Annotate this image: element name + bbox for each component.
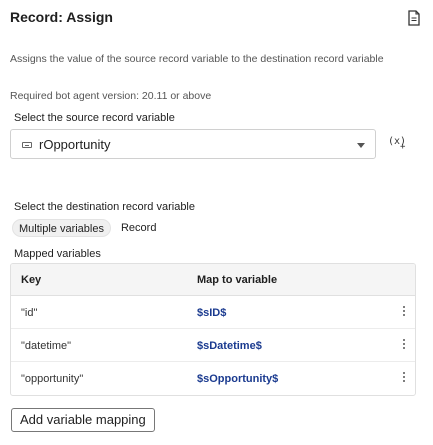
insert-variable-icon[interactable]: (x) + bbox=[388, 136, 406, 152]
table-row: "opportunity" $sOpportunity$ bbox=[11, 362, 415, 395]
required-version-text: Required bot agent version: 20.11 or abo… bbox=[10, 90, 212, 102]
tab-record[interactable]: Record bbox=[115, 219, 162, 237]
source-variable-label: Select the source record variable bbox=[14, 112, 175, 124]
mapping-table: Key Map to variable "id" $sID$ "datetime… bbox=[10, 263, 416, 396]
row-key: "datetime" bbox=[21, 340, 71, 352]
row-key: "opportunity" bbox=[21, 373, 84, 385]
row-map-variable[interactable]: $sID$ bbox=[197, 307, 226, 319]
tab-multiple-variables[interactable]: Multiple variables bbox=[12, 219, 111, 237]
panel-description: Assigns the value of the source record v… bbox=[10, 53, 384, 65]
table-header: Key Map to variable bbox=[11, 264, 415, 296]
table-row: "datetime" $sDatetime$ bbox=[11, 329, 415, 362]
document-icon[interactable] bbox=[407, 10, 421, 26]
chevron-down-icon bbox=[357, 143, 365, 148]
more-options-icon[interactable] bbox=[399, 371, 409, 385]
destination-variable-label: Select the destination record variable bbox=[14, 201, 195, 213]
table-row: "id" $sID$ bbox=[11, 296, 415, 329]
column-header-key: Key bbox=[21, 274, 42, 286]
mapped-variables-label: Mapped variables bbox=[14, 248, 101, 260]
add-variable-mapping-button[interactable]: Add variable mapping bbox=[11, 408, 155, 432]
source-variable-select[interactable]: rOpportunity bbox=[10, 129, 376, 159]
more-options-icon[interactable] bbox=[399, 338, 409, 352]
more-options-icon[interactable] bbox=[399, 305, 409, 319]
panel-title: Record: Assign bbox=[10, 9, 113, 25]
row-map-variable[interactable]: $sOpportunity$ bbox=[197, 373, 278, 385]
record-variable-icon bbox=[22, 142, 32, 148]
column-header-map: Map to variable bbox=[197, 274, 278, 286]
panel-header: Record: Assign bbox=[10, 8, 425, 28]
plus-icon: + bbox=[400, 142, 406, 152]
row-key: "id" bbox=[21, 307, 38, 319]
destination-mode-tabs: Multiple variables Record bbox=[12, 219, 162, 237]
source-variable-value: rOpportunity bbox=[39, 137, 111, 152]
row-map-variable[interactable]: $sDatetime$ bbox=[197, 340, 262, 352]
